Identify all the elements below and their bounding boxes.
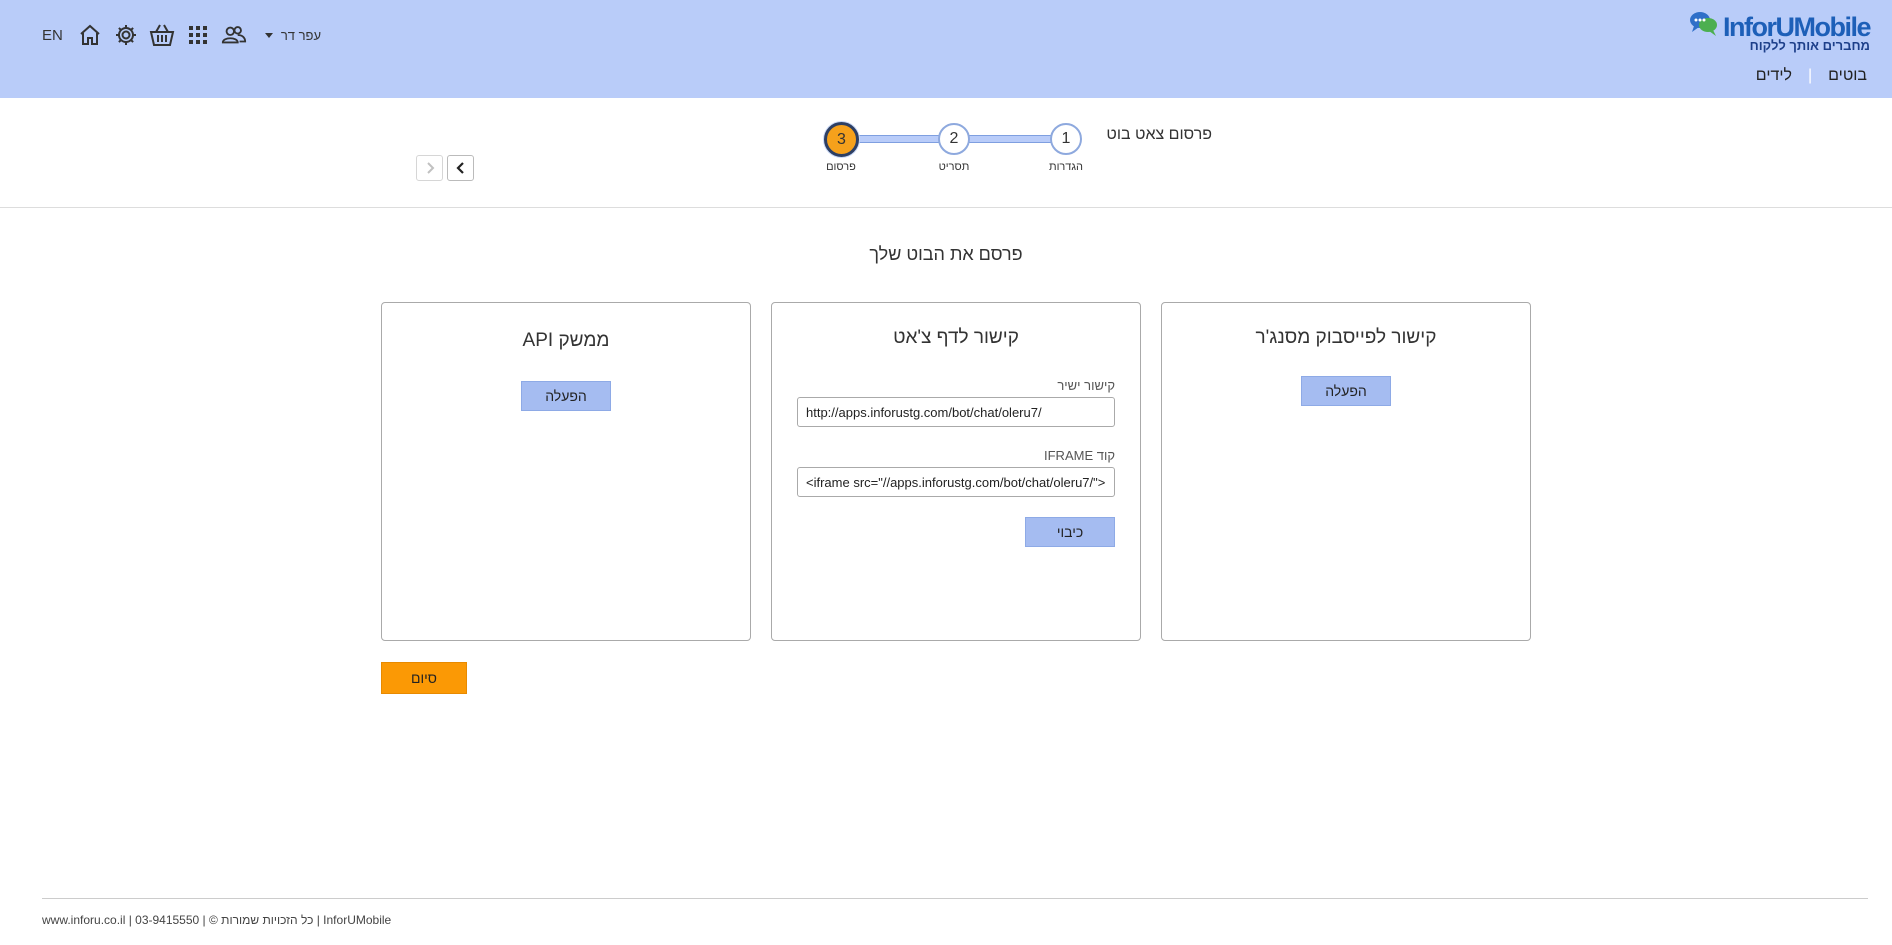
finish-button[interactable]: סיום [381,662,467,694]
inforu-logo[interactable]: InforUMobile מחברים אותך ללקוח [1690,10,1871,54]
next-step-button[interactable] [447,155,474,181]
apps-grid-icon[interactable] [185,22,211,48]
facebook-activate-button[interactable]: הפעלה [1301,376,1391,406]
copy-button[interactable]: כיבוי [1025,517,1115,547]
chevron-right-icon [426,162,434,174]
iframe-code-field[interactable] [797,467,1115,497]
api-card: ממשק API הפעלה [381,302,751,641]
facebook-card-title: קישור לפייסבוק מסנג'ר [1255,327,1437,348]
top-header: InforUMobile מחברים אותך ללקוח בוטים | ל… [0,0,1892,98]
logo-tagline: מחברים אותך ללקוח [1749,38,1870,53]
page-title: פרסם את הבוט שלך [869,244,1023,264]
chat-card-title: קישור לדף צ'אט [893,327,1019,348]
wizard-step-2[interactable]: 2 [938,123,970,155]
nav-item-leads[interactable]: לידים [1756,67,1792,85]
chat-bubbles-logo-icon [1690,12,1717,36]
header-toolbar: EN עפר דר [42,20,321,50]
step-label-publish: פרסום [826,161,856,173]
api-card-title: ממשק API [522,330,610,351]
language-toggle[interactable]: EN [42,27,63,44]
wizard-bar: פרסום צאט בוט 1 2 3 הגדרות תסריט פרסום [0,98,1892,208]
user-menu[interactable]: עפר דר [264,27,322,43]
wizard-step-1[interactable]: 1 [1050,123,1082,155]
basket-icon[interactable] [149,22,175,48]
footer-divider [42,898,1868,899]
chevron-down-icon [264,32,273,38]
chat-page-card: קישור לדף צ'אט קישור ישיר קוד IFRAME כיב… [771,302,1141,641]
step-label-script: תסריט [938,161,970,173]
wizard-title: פרסום צאט בוט [1106,126,1212,143]
settings-gear-icon[interactable] [113,22,139,48]
iframe-code-label: קוד IFRAME [1044,448,1115,463]
nav-separator: | [1807,67,1813,84]
step-connector [956,135,1054,143]
top-nav: בוטים | לידים [1756,67,1867,85]
footer-text: www.inforu.co.il | 03-9415550 | © כל הזכ… [42,913,392,927]
chevron-left-icon [455,162,464,174]
users-icon[interactable] [221,22,247,48]
facebook-messenger-card: קישור לפייסבוק מסנג'ר הפעלה [1161,302,1531,641]
nav-item-bots[interactable]: בוטים [1828,67,1867,85]
prev-step-button[interactable] [416,155,443,181]
home-icon[interactable] [77,22,103,48]
user-name: עפר דר [280,27,322,43]
step-label-settings: הגדרות [1048,161,1084,173]
direct-link-field[interactable] [797,397,1115,427]
api-activate-button[interactable]: הפעלה [521,381,611,411]
direct-link-label: קישור ישיר [1057,378,1115,393]
wizard-step-3[interactable]: 3 [824,122,859,157]
